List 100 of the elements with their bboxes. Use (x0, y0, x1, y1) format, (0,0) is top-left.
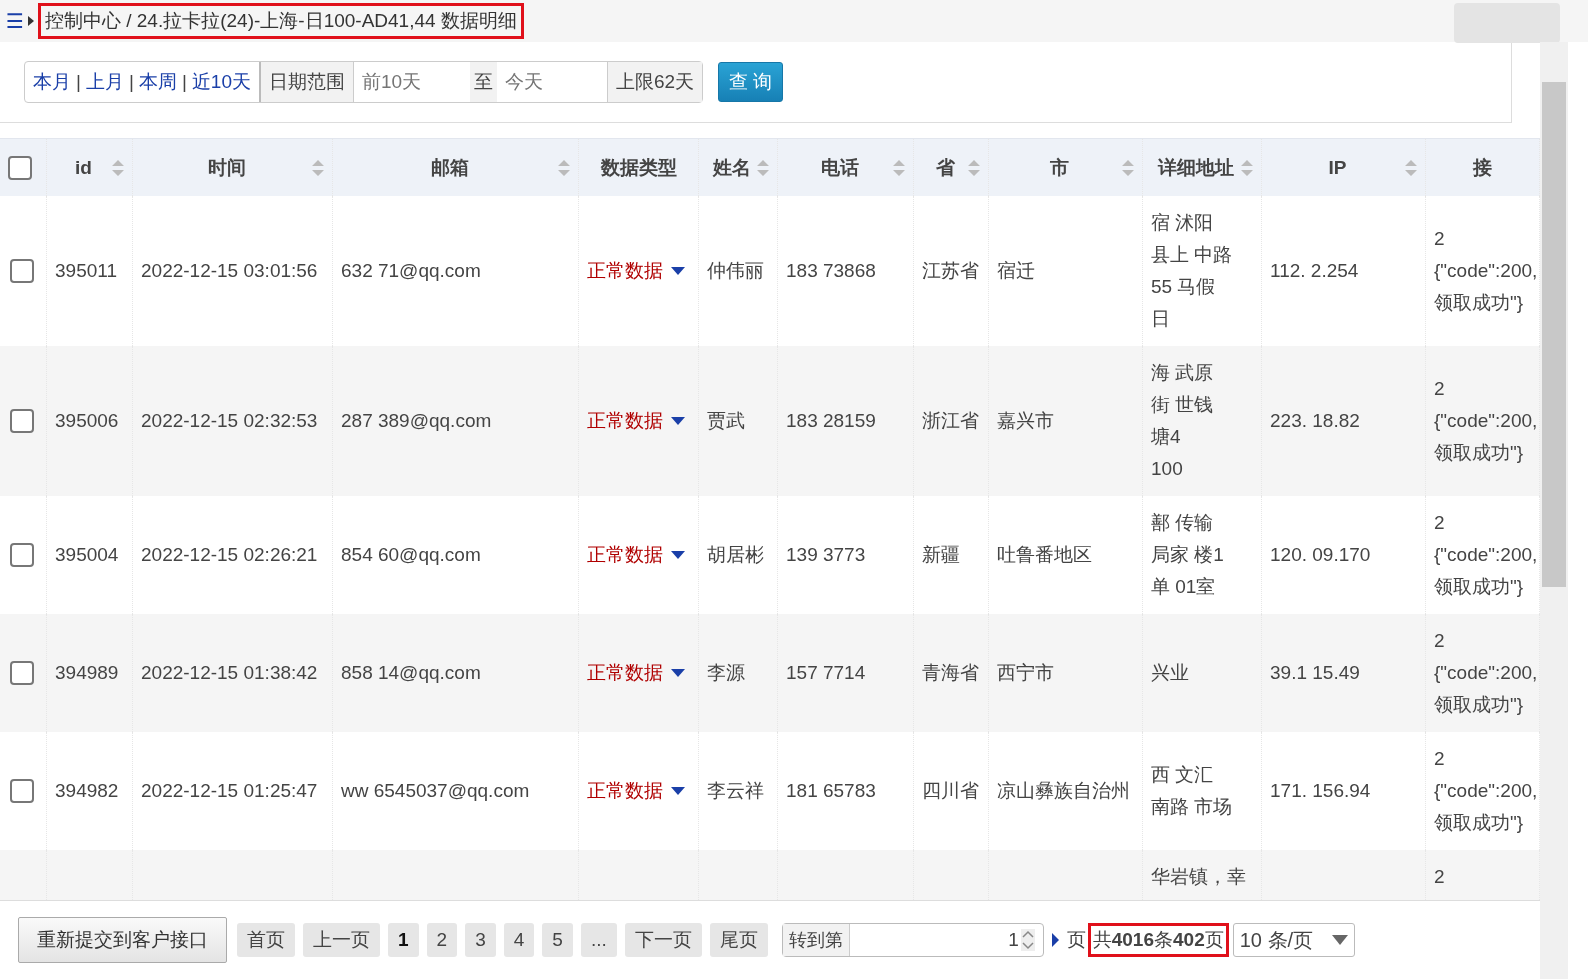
page-button[interactable]: ... (580, 923, 617, 957)
column-header[interactable]: 姓名 (707, 151, 757, 184)
spinner-icon[interactable] (1020, 929, 1035, 951)
table-cell-text: 2022-12-15 01:25:47 (141, 779, 318, 803)
page-button[interactable]: 尾页 (709, 923, 768, 957)
table-cell-text: 仲伟丽 (707, 259, 764, 283)
page-button[interactable]: 4 (503, 923, 535, 957)
page-size-select[interactable]: 10 条/页 (1232, 923, 1355, 957)
table-cell-text: 凉山彝族自治州 (997, 779, 1130, 803)
caret-icon[interactable] (671, 787, 685, 795)
table-cell-text: 贾武 (707, 409, 745, 433)
caret-icon[interactable] (671, 267, 685, 275)
menu-icon[interactable]: ☰ (6, 9, 24, 33)
table-cell-text: 183 73868 (786, 259, 876, 283)
table-cell-text: 2022-12-15 01:38:42 (141, 661, 318, 685)
table-cell-text: 鄯 传输 局家 楼1 单 01室 (1151, 511, 1224, 599)
caret-icon[interactable] (1331, 935, 1348, 945)
page-number-field[interactable]: 1 (849, 929, 1019, 951)
data-type-dropdown[interactable]: 正常数据 (587, 405, 685, 437)
table-cell-text: ww 6545037@qq.com (341, 779, 530, 803)
column-header[interactable]: 电话 (786, 151, 893, 184)
table-cell-text: 吐鲁番地区 (997, 543, 1092, 567)
page-button[interactable]: 上一页 (303, 923, 380, 957)
table-cell-text: 四川省 (922, 779, 979, 803)
column-header[interactable]: IP (1270, 151, 1405, 184)
page-button[interactable]: 5 (542, 923, 573, 957)
table-cell-text: 青海省 (922, 661, 979, 685)
table-cell-text: 新疆 (922, 543, 960, 567)
table-cell-text: 2022-12-15 02:26:21 (141, 543, 318, 567)
triangle-icon (27, 16, 34, 26)
page-button[interactable]: 3 (465, 923, 496, 957)
table-cell-text: 394989 (55, 661, 119, 685)
select-all-checkbox[interactable] (8, 155, 32, 180)
caret-icon[interactable] (671, 669, 685, 677)
table-cell-text: 395011 (55, 259, 117, 283)
table-cell-text: 39.1 15.49 (1270, 661, 1360, 685)
table-cell-text: 嘉兴市 (997, 409, 1054, 433)
table-cell-text: 223. 18.82 (1270, 409, 1360, 433)
page-button[interactable]: 首页 (237, 923, 295, 957)
table-cell-text: 西 文汇 南路 市场 (1151, 763, 1233, 819)
table-cell-text: 171. 156.94 (1270, 779, 1371, 803)
table-cell-text: 李源 (707, 661, 745, 685)
table-cell-text: 394982 (55, 779, 119, 803)
column-header[interactable]: 邮箱 (341, 151, 558, 184)
table-cell-text: 139 3773 (786, 543, 866, 567)
table-cell-text: 2 {"code":200, 领取成功"} (1434, 227, 1538, 315)
table-cell-text: 华岩镇，幸 (1151, 865, 1246, 889)
resubmit-button[interactable]: 重新提交到客户接口 (18, 917, 227, 963)
data-type-dropdown[interactable]: 正常数据 (587, 775, 685, 807)
data-type-dropdown[interactable]: 正常数据 (587, 657, 685, 689)
total-summary: 共4016条402页 (1087, 923, 1229, 957)
table-cell-text: 海 武原 街 世钱 塘4 100 (1151, 361, 1214, 481)
column-header[interactable]: 市 (997, 151, 1122, 184)
row-checkbox[interactable] (10, 661, 34, 685)
page-unit-label: 页 (1066, 928, 1086, 952)
table-cell-text: 宿迁 (997, 259, 1035, 283)
data-type-dropdown[interactable]: 正常数据 (587, 539, 685, 571)
table-cell-text: 2022-12-15 02:32:53 (141, 409, 318, 433)
goto-label: 转到第 (782, 924, 850, 956)
table-cell-text: 157 7714 (786, 661, 866, 685)
caret-icon[interactable] (671, 417, 685, 425)
table-cell-text: 2 {"code":200, 领取成功"} (1434, 629, 1538, 717)
table-cell-text: 2022-12-15 03:01:56 (141, 259, 318, 283)
table-cell-text: 395006 (55, 409, 119, 433)
column-header[interactable]: 数据类型 (587, 151, 690, 184)
table-cell-text: 112. 2.254 (1270, 259, 1359, 283)
table-cell-text: 183 28159 (786, 409, 876, 433)
table-cell-text: 181 65783 (786, 779, 876, 803)
row-checkbox[interactable] (10, 409, 34, 433)
table-cell-text: 李云祥 (707, 779, 764, 803)
table-cell-text: 宿 沭阳 县上 中路 55 马假 日 (1151, 211, 1233, 331)
row-checkbox[interactable] (10, 779, 34, 803)
table-cell-text: 287 389@qq.com (341, 409, 492, 433)
table-cell-text: 兴业 (1151, 661, 1189, 685)
table-cell-text: 2 {"code":200, 领取成功"} (1434, 511, 1538, 599)
table-cell-text: 2 {"code":200, 领取成功"} (1434, 747, 1538, 835)
table-cell-text: 395004 (55, 543, 119, 567)
page-button[interactable]: 下一页 (624, 923, 702, 957)
page-button[interactable]: 2 (426, 923, 458, 957)
column-header[interactable]: 接 (1434, 151, 1531, 184)
column-header[interactable]: 详细地址 (1151, 151, 1241, 184)
go-arrow-icon[interactable] (1051, 933, 1059, 947)
table-cell-text: 胡居彬 (707, 543, 764, 567)
column-header[interactable]: id (55, 151, 112, 184)
breadcrumb: 控制中心 / 24.拉卡拉(24)-上海-日100-AD41,44 数据明细 (37, 3, 524, 39)
caret-icon[interactable] (671, 551, 685, 559)
scrollbar[interactable] (1540, 42, 1568, 979)
table-cell-text: 西宁市 (997, 661, 1054, 685)
table-cell-text: 2 {"code":200, 领取成功"} (1434, 377, 1538, 465)
row-checkbox[interactable] (10, 259, 34, 283)
query-button[interactable]: 查 询 (718, 62, 784, 102)
column-header[interactable]: 时间 (141, 151, 312, 184)
table-cell-text: 632 71@qq.com (341, 259, 481, 283)
table-cell-text: 2 (1434, 865, 1445, 889)
page-button[interactable]: 1 (388, 923, 419, 957)
row-checkbox[interactable] (10, 543, 34, 567)
data-type-dropdown[interactable]: 正常数据 (587, 255, 685, 287)
table-cell-text: 120. 09.170 (1270, 543, 1371, 567)
column-header[interactable]: 省 (922, 151, 968, 184)
table-cell-text: 854 60@qq.com (341, 543, 481, 567)
